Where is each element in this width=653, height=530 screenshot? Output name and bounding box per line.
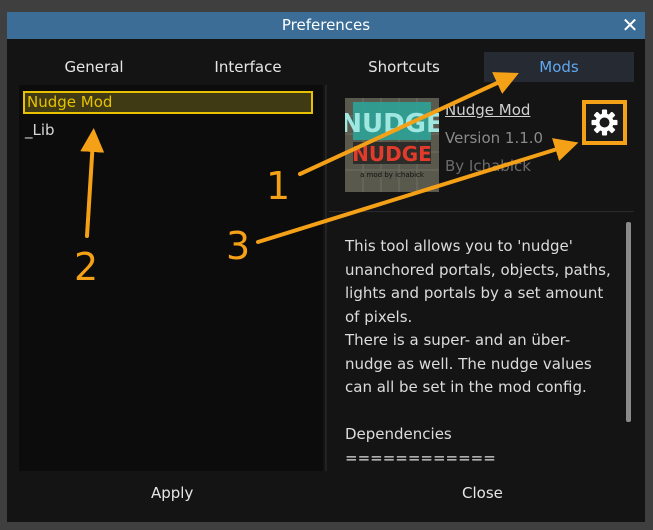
annotation-label-2: 2 [74,245,99,289]
arrow-to-mods-tab [298,72,519,176]
arrow-to-mod-list [80,128,105,238]
arrow-to-settings [256,138,579,244]
annotation-label-1: 1 [266,164,291,208]
annotation-label-3: 3 [226,224,251,268]
